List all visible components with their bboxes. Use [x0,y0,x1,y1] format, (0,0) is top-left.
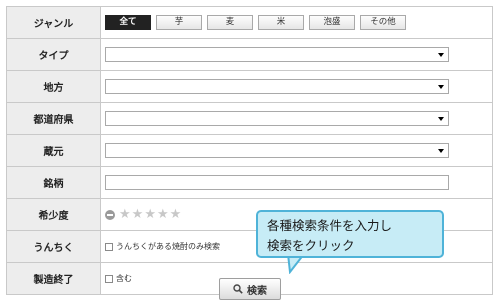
label-brewery: 蔵元 [6,134,101,167]
minus-circle-icon[interactable] [105,209,115,220]
genre-option-other[interactable]: その他 [360,15,406,30]
field-genre: 全て 芋 麦 米 泡盛 その他 [100,6,493,39]
genre-segmented-control: 全て 芋 麦 米 泡盛 その他 [105,15,492,30]
search-button-label: 検索 [247,285,267,297]
dropdown-arrow-icon [438,85,444,89]
label-discontinued: 製造終了 [6,262,101,295]
label-unchiku: うんちく [6,230,101,263]
callout-line-2: 検索をクリック [267,238,355,253]
field-type [100,38,493,71]
discontinued-checkbox[interactable] [105,274,113,283]
instruction-callout: 各種検索条件を入力し 検索をクリック [256,210,444,258]
star-icon[interactable]: ★ [132,208,144,221]
magnifier-icon [233,284,243,294]
star-icon[interactable]: ★ [170,208,182,221]
star-icon[interactable]: ★ [144,208,156,221]
genre-option-awamori[interactable]: 泡盛 [309,15,355,30]
discontinued-checkbox-label: 含む [116,274,132,283]
row-region: 地方 [6,70,493,103]
label-region: 地方 [6,70,101,103]
label-brand: 銘柄 [6,166,101,199]
dropdown-arrow-icon [438,149,444,153]
genre-option-kome[interactable]: 米 [258,15,304,30]
field-region [100,70,493,103]
star-icon[interactable]: ★ [157,208,169,221]
row-genre: ジャンル 全て 芋 麦 米 泡盛 その他 [6,6,493,39]
prefecture-select[interactable] [105,111,449,126]
label-genre: ジャンル [6,6,101,39]
callout-line-1: 各種検索条件を入力し [267,218,393,233]
search-button[interactable]: 検索 [219,278,281,300]
field-prefecture [100,102,493,135]
dropdown-arrow-icon [438,53,444,57]
unchiku-checkbox-label: うんちくがある焼酎のみ検索 [116,242,220,251]
genre-option-mugi[interactable]: 麦 [207,15,253,30]
genre-option-imo[interactable]: 芋 [156,15,202,30]
brewery-select[interactable] [105,143,449,158]
star-icon[interactable]: ★ [119,208,131,221]
row-brand: 銘柄 [6,166,493,199]
dropdown-arrow-icon [438,117,444,121]
region-select[interactable] [105,79,449,94]
row-brewery: 蔵元 [6,134,493,167]
field-brewery [100,134,493,167]
row-type: タイプ [6,38,493,71]
genre-option-all[interactable]: 全て [105,15,151,30]
field-brand [100,166,493,199]
discontinued-option: 含む [105,273,492,284]
label-prefecture: 都道府県 [6,102,101,135]
type-select[interactable] [105,47,449,62]
label-type: タイプ [6,38,101,71]
unchiku-checkbox[interactable] [105,242,113,251]
label-rarity: 希少度 [6,198,101,231]
row-prefecture: 都道府県 [6,102,493,135]
brand-text-input[interactable] [105,175,449,190]
